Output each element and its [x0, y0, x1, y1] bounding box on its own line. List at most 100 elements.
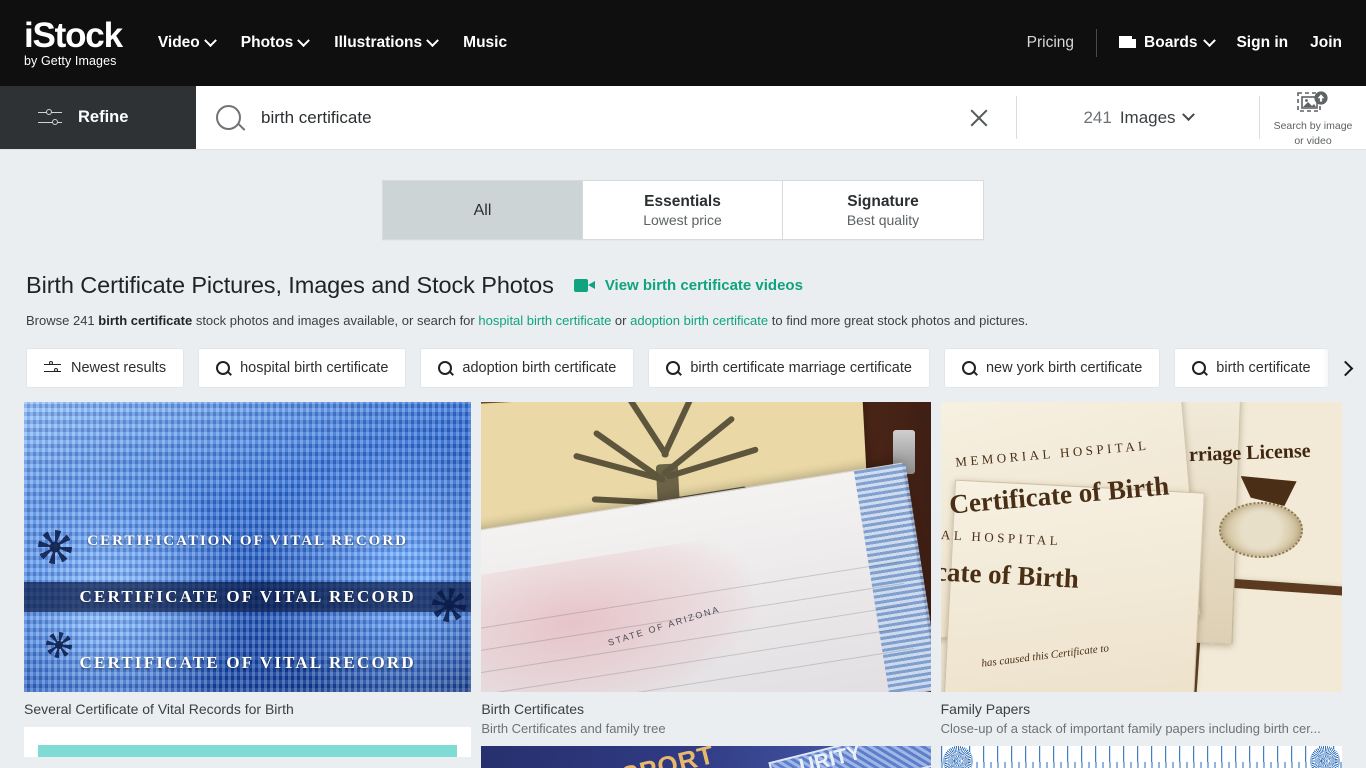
nav-item-pricing[interactable]: Pricing	[1027, 34, 1074, 52]
result-tile-3[interactable]: MEMORIAL HOSPITAL Certificate of Birth I…	[940, 402, 1342, 738]
sliders-icon	[44, 361, 61, 375]
search-icon	[961, 361, 976, 375]
search-icon[interactable]	[216, 105, 241, 130]
nav-item-music-label: Music	[463, 34, 508, 51]
chip-adoption-birth-certificate-label: adoption birth certificate	[462, 360, 617, 376]
chips-next-arrow[interactable]	[1322, 344, 1356, 392]
browse-link-adoption[interactable]: adoption birth certificate	[630, 313, 768, 328]
tab-all[interactable]: All	[383, 181, 583, 239]
sepia-text-marriage-license: rriage License	[1188, 439, 1311, 467]
page-header: Birth Certificate Pictures, Images and S…	[0, 240, 1366, 330]
thumb-guilloche-bar	[940, 762, 1342, 768]
nav-item-video[interactable]: Video	[158, 33, 217, 52]
result-thumbnail-2[interactable]: STATE OF ARIZONA	[481, 402, 931, 692]
search-by-image-label-2: or video	[1294, 134, 1332, 147]
join-button[interactable]: Join	[1310, 34, 1342, 52]
search-icon	[1192, 361, 1207, 375]
thumb-security-text: URITY	[797, 746, 865, 768]
search-bar: Refine 241 Images Search by image or vid…	[0, 86, 1366, 150]
browse-text-1: Browse	[26, 313, 73, 328]
view-videos-label: View birth certificate videos	[604, 277, 803, 294]
primary-nav: Video Photos Illustrations Music	[158, 33, 507, 52]
search-by-image-icon	[1297, 90, 1328, 112]
chevron-down-icon	[203, 33, 217, 47]
nav-divider	[1096, 29, 1098, 57]
sign-in-button[interactable]: Sign in	[1236, 34, 1288, 52]
istock-logo[interactable]: iStock by Getty Images	[24, 17, 123, 69]
secondary-nav: Pricing Boards Sign in Join	[1027, 29, 1342, 57]
nav-item-boards-label: Boards	[1144, 34, 1198, 51]
thumb-text-band-top: CERTIFICATION OF VITAL RECORD	[87, 532, 409, 549]
results-column-3: MEMORIAL HOSPITAL Certificate of Birth I…	[940, 402, 1342, 768]
video-camera-icon	[573, 279, 595, 292]
result-thumbnail-3[interactable]: MEMORIAL HOSPITAL Certificate of Birth I…	[940, 402, 1342, 692]
browse-count: 241	[72, 313, 99, 328]
result-thumbnail-4[interactable]	[24, 727, 472, 757]
refine-button[interactable]: Refine	[0, 86, 196, 149]
result-thumbnail-1[interactable]: CERTIFICATION OF VITAL RECORD CERTIFICAT…	[24, 402, 472, 692]
chip-newest-results-label: Newest results	[71, 360, 167, 376]
tab-signature[interactable]: Signature Best quality	[783, 181, 983, 239]
result-caption-3: Family Papers Close-up of a stack of imp…	[941, 692, 1342, 738]
result-tile-1[interactable]: CERTIFICATION OF VITAL RECORD CERTIFICAT…	[24, 402, 472, 719]
search-input[interactable]	[259, 106, 962, 129]
search-by-image-button[interactable]: Search by image or video	[1260, 86, 1366, 149]
nav-item-boards[interactable]: Boards	[1119, 33, 1217, 52]
browse-description: Browse 241 birth certificate stock photo…	[26, 312, 1342, 330]
search-icon	[438, 361, 453, 375]
chip-birth-certificate-label: birth certificate	[1216, 360, 1311, 376]
chip-birth-certificate-marriage-certificate-label: birth certificate marriage certificate	[690, 360, 912, 376]
chevron-down-icon	[1203, 33, 1217, 47]
nav-item-photos[interactable]: Photos	[240, 33, 311, 52]
result-tile-5[interactable]: SPORT URITY	[481, 746, 931, 768]
top-navigation-bar: iStock by Getty Images Video Photos Illu…	[0, 0, 1366, 86]
browse-text-2: stock photos and images available, or se…	[192, 313, 479, 328]
nav-item-illustrations-label: Illustrations	[334, 34, 423, 51]
chip-birth-certificate-marriage-certificate[interactable]: birth certificate marriage certificate	[648, 348, 930, 388]
chip-hospital-birth-certificate[interactable]: hospital birth certificate	[198, 348, 407, 388]
browse-bold-term: birth certificate	[98, 313, 193, 328]
nav-item-photos-label: Photos	[240, 34, 294, 51]
tab-essentials-label: Essentials	[644, 192, 721, 210]
embossed-seal	[1218, 502, 1303, 558]
chip-birth-certificate[interactable]: birth certificate	[1174, 348, 1329, 388]
main-content: All Essentials Lowest price Signature Be…	[0, 150, 1366, 768]
refine-label: Refine	[78, 108, 129, 126]
thumb-accent-bar	[38, 745, 458, 757]
tab-essentials[interactable]: Essentials Lowest price	[583, 181, 783, 239]
boards-icon	[1119, 36, 1137, 50]
sliders-icon	[38, 109, 62, 127]
chip-newest-results[interactable]: Newest results	[26, 348, 185, 388]
thumb-passport-text: SPORT	[619, 746, 718, 768]
chip-new-york-birth-certificate[interactable]: new york birth certificate	[943, 348, 1161, 388]
result-caption-1: Several Certificate of Vital Records for…	[24, 692, 471, 719]
asset-type-dropdown[interactable]: 241 Images	[1017, 86, 1259, 149]
thumb-text-band-bottom: CERTIFICATE OF VITAL RECORD	[79, 653, 416, 672]
chip-new-york-birth-certificate-label: new york birth certificate	[985, 360, 1143, 376]
tab-signature-sublabel: Best quality	[846, 211, 920, 228]
result-tile-4[interactable]	[24, 727, 472, 757]
browse-text-4: to find more great stock photos and pict…	[768, 313, 1029, 328]
nav-item-illustrations[interactable]: Illustrations	[334, 33, 440, 52]
search-by-image-label-1: Search by image	[1273, 119, 1353, 132]
result-thumbnail-5[interactable]: SPORT URITY	[481, 746, 931, 768]
tab-essentials-sublabel: Lowest price	[643, 211, 722, 228]
result-tile-6[interactable]	[940, 746, 1342, 768]
result-thumbnail-6[interactable]	[940, 746, 1342, 768]
browse-link-hospital[interactable]: hospital birth certificate	[478, 313, 611, 328]
view-videos-link[interactable]: View birth certificate videos	[573, 277, 803, 294]
license-tabs-wrapper: All Essentials Lowest price Signature Be…	[0, 150, 1366, 240]
thumb-rosette-left	[942, 746, 973, 768]
asset-type-label: Images	[1119, 107, 1176, 127]
chip-adoption-birth-certificate[interactable]: adoption birth certificate	[420, 348, 635, 388]
nav-item-music[interactable]: Music	[463, 34, 507, 52]
logo-tagline: by Getty Images	[24, 53, 117, 68]
results-grid: CERTIFICATION OF VITAL RECORD CERTIFICAT…	[0, 402, 1366, 768]
results-column-2: STATE OF ARIZONA Birth Certificates Birt…	[481, 402, 931, 768]
chevron-down-icon	[426, 33, 440, 47]
result-tile-2[interactable]: STATE OF ARIZONA Birth Certificates Birt…	[481, 402, 931, 738]
clear-search-icon[interactable]	[962, 101, 996, 135]
certificate-tint	[481, 533, 767, 692]
tab-signature-label: Signature	[847, 192, 919, 210]
related-searches-row: Newest results hospital birth certificat…	[0, 344, 1366, 392]
